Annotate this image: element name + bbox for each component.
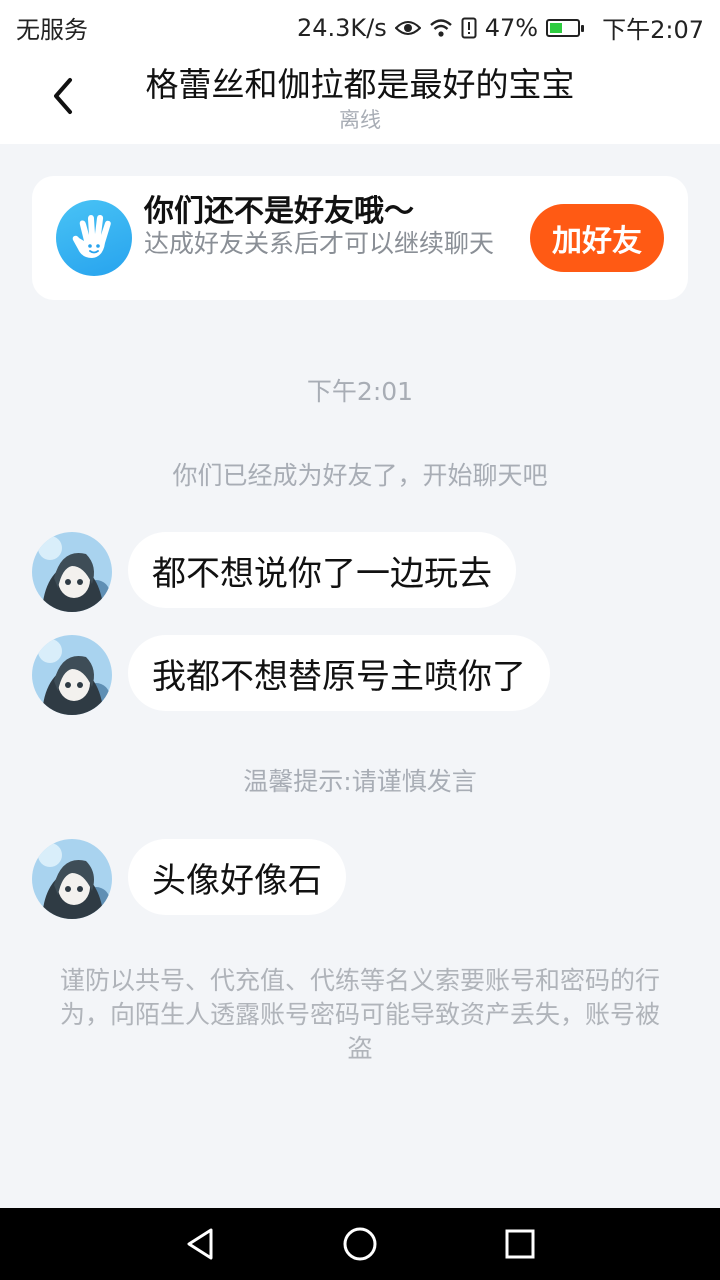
not-friends-title: 你们还不是好友哦～ xyxy=(144,194,414,229)
network-speed: 24.3K/s xyxy=(296,13,387,42)
add-friend-card: 你们还不是好友哦～ 达成好友关系后才可以继续聊天 加好友 xyxy=(32,176,688,300)
chat-header: 格蕾丝和伽拉都是最好的宝宝 离线 xyxy=(0,52,720,144)
system-nav-bar xyxy=(0,1208,720,1280)
message-bubble[interactable]: 我都不想替原号主喷你了 xyxy=(128,635,550,711)
avatar[interactable] xyxy=(32,532,112,612)
status-bar: 无服务 24.3K/s 47% 下午2:07 xyxy=(0,0,720,52)
message-bubble[interactable]: 头像好像石 xyxy=(128,839,346,915)
nav-back-button[interactable] xyxy=(176,1220,224,1268)
page-title: 格蕾丝和伽拉都是最好的宝宝 xyxy=(145,65,575,104)
nav-recents-button[interactable] xyxy=(496,1220,544,1268)
carrier-label: 无服务 xyxy=(16,16,88,44)
wifi-icon xyxy=(429,18,453,38)
chat-timestamp: 下午2:01 xyxy=(306,377,414,406)
system-message-friends: 你们已经成为好友了，开始聊天吧 xyxy=(172,461,548,490)
back-triangle-icon xyxy=(187,1228,213,1260)
avatar[interactable] xyxy=(32,839,112,919)
message-bubble[interactable]: 都不想说你了一边玩去 xyxy=(128,532,516,608)
recents-square-icon xyxy=(505,1229,535,1259)
chat-screen: 无服务 24.3K/s 47% 下午2:07 格蕾丝和伽拉都是最好的宝宝 离线 xyxy=(0,0,720,1280)
hand-wave-icon xyxy=(56,200,132,276)
eye-icon xyxy=(394,19,421,37)
online-status: 离线 xyxy=(339,108,381,132)
nav-home-button[interactable] xyxy=(336,1220,384,1268)
message-row: 我都不想替原号主喷你了 xyxy=(32,635,550,715)
sim-alert-icon xyxy=(461,17,477,39)
add-friend-button[interactable]: 加好友 xyxy=(530,204,664,272)
home-circle-icon xyxy=(343,1227,377,1261)
clock: 下午2:07 xyxy=(602,16,704,44)
battery-percent: 47% xyxy=(484,13,539,42)
message-row: 都不想说你了一边玩去 xyxy=(32,532,516,612)
not-friends-description: 达成好友关系后才可以继续聊天 xyxy=(144,229,495,258)
security-warning: 谨防以共号、代充值、代练等名义索要账号和密码的行为，向陌生人透露账号密码可能导致… xyxy=(60,966,661,1063)
system-tip: 温馨提示:请谨慎发言 xyxy=(243,767,477,796)
battery-icon xyxy=(546,18,585,37)
message-row: 头像好像石 xyxy=(32,839,346,919)
battery-fill xyxy=(550,22,563,33)
avatar[interactable] xyxy=(32,635,112,715)
